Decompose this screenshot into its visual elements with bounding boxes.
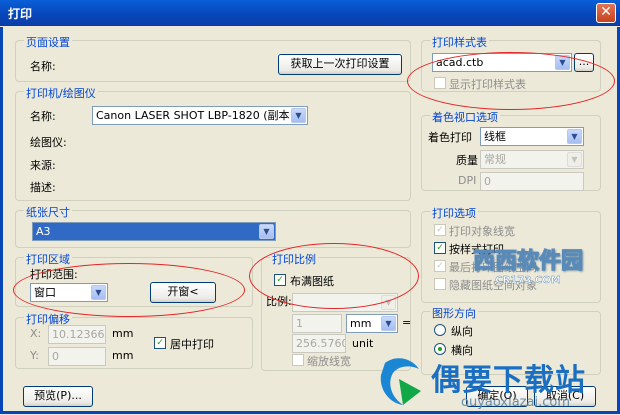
scale-denominator-input[interactable]: 256.5760( [292, 334, 346, 353]
watermark-ouyao-text: 偶要下载站 [431, 363, 586, 398]
chevron-down-icon[interactable]: ▼ [291, 108, 306, 123]
chevron-down-icon[interactable]: ▼ [381, 316, 396, 331]
print-area-legend: 打印区域 [24, 251, 72, 267]
scale-denominator-unit: unit [352, 337, 374, 350]
plot-style-legend: 打印样式表 [430, 34, 489, 50]
title-bar: 打印 ✕ [0, 0, 620, 26]
printer-name-select[interactable]: Canon LASER SHOT LBP-1820 (副本 1) ▼ [92, 106, 308, 125]
center-plot-checkbox[interactable]: ✓ [154, 337, 166, 349]
printer-group: 打印机/绘图仪 名称: Canon LASER SHOT LBP-1820 (副… [15, 85, 411, 201]
offset-x-label: X: [30, 327, 42, 340]
plot-lineweights-label: 打印对象线宽 [449, 225, 515, 238]
dpi-label: DPI [458, 174, 477, 187]
close-button[interactable]: ✕ [596, 3, 616, 23]
window-title: 打印 [8, 7, 33, 21]
chevron-down-icon[interactable]: ▼ [567, 129, 582, 144]
portrait-radio[interactable] [434, 324, 446, 336]
paper-size-select[interactable]: A3 ▼ [32, 222, 276, 241]
annotation-oval-plot-style [407, 52, 615, 110]
scale-unit-value: mm [350, 317, 372, 330]
where-label: 来源: [30, 159, 56, 172]
offset-x-unit: mm [112, 327, 134, 340]
annotation-oval-print-area [13, 263, 245, 317]
page-setup-name-label: 名称: [30, 60, 56, 73]
paperspace-last-checkbox[interactable]: ✓ [434, 260, 446, 272]
watermark-ouyao: 偶要下载站 ouyaoxiazai.com [377, 351, 620, 415]
offset-y-input[interactable]: 0 [48, 347, 106, 366]
scale-lineweights-label: 缩放线宽 [307, 355, 351, 368]
print-dialog: 页面设置 名称: 获取上一次打印设置 打印机/绘图仪 名称: Canon LAS… [0, 27, 620, 414]
scale-lineweights-checkbox[interactable] [292, 354, 304, 366]
quality-label: 质量 [456, 154, 478, 167]
prev-settings-button[interactable]: 获取上一次打印设置 [278, 54, 402, 75]
shade-plot-select[interactable]: 线框 ▼ [480, 127, 584, 146]
printer-name-label: 名称: [30, 110, 56, 123]
chevron-down-icon[interactable]: ▼ [259, 224, 274, 239]
shaded-viewport-legend: 着色视口选项 [430, 109, 500, 125]
watermark-ouyao-url: ouyaoxiazai.com [461, 395, 570, 410]
shaded-viewport-group: 着色视口选项 着色打印 线框 ▼ 质量 常规 ▼ DPI 0 [421, 109, 601, 191]
scale-equals: = [402, 316, 412, 329]
plotter-label: 绘图仪: [30, 136, 67, 149]
paper-size-value: A3 [36, 225, 51, 238]
preview-button[interactable]: 预览(P)... [23, 386, 93, 407]
download-logo-icon [380, 358, 421, 405]
offset-y-unit: mm [112, 349, 134, 362]
paper-size-legend: 纸张尺寸 [24, 204, 72, 220]
shade-plot-value: 线框 [484, 130, 506, 143]
chevron-down-icon[interactable]: ▼ [567, 152, 582, 167]
printer-name-value: Canon LASER SHOT LBP-1820 (副本 1) [96, 109, 305, 122]
orientation-legend: 图形方向 [430, 305, 478, 321]
page-setup-group: 页面设置 名称: 获取上一次打印设置 [15, 34, 411, 82]
scale-numerator-input[interactable]: 1 [292, 314, 342, 333]
paper-size-group: 纸张尺寸 A3 ▼ [15, 204, 411, 248]
plot-options-legend: 打印选项 [430, 205, 478, 221]
printer-legend: 打印机/绘图仪 [24, 85, 98, 101]
hide-paperspace-checkbox[interactable] [434, 278, 446, 290]
quality-select[interactable]: 常规 ▼ [480, 150, 584, 169]
description-label: 描述: [30, 181, 56, 194]
page-setup-legend: 页面设置 [24, 34, 72, 50]
plot-with-styles-checkbox[interactable]: ✓ [434, 242, 446, 254]
watermark-xixi-url: CR173.COM [495, 275, 561, 286]
scale-unit-select[interactable]: mm ▼ [346, 314, 398, 333]
watermark-xixi: 西西软件园 CR173.COM [449, 243, 607, 295]
print-offset-group: 打印偏移 X: 10.123667- mm ✓ 居中打印 Y: 0 mm [15, 311, 253, 369]
shade-plot-label: 着色打印 [428, 131, 472, 144]
plot-lineweights-checkbox[interactable]: ✓ [434, 224, 446, 236]
offset-x-input[interactable]: 10.123667- [48, 325, 106, 344]
offset-y-label: Y: [30, 349, 39, 362]
watermark-xixi-text: 西西软件园 [472, 249, 583, 275]
center-plot-label: 居中打印 [170, 338, 214, 351]
annotation-oval-plot-scale [249, 243, 419, 309]
portrait-label: 纵向 [451, 325, 473, 338]
dpi-input[interactable]: 0 [480, 172, 584, 191]
quality-value: 常规 [484, 153, 506, 166]
